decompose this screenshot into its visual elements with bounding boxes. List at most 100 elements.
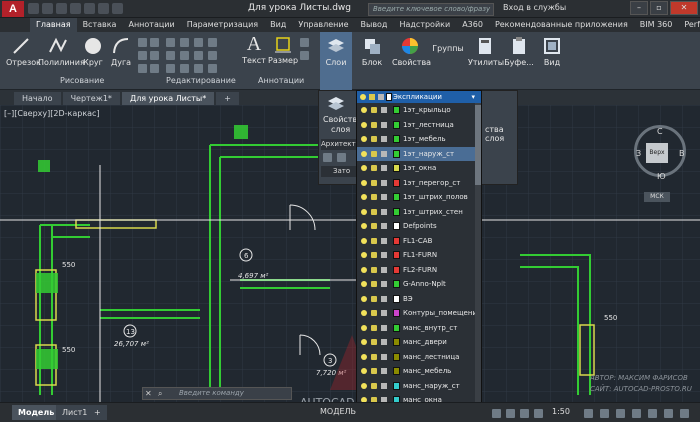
layer-freeze-icon[interactable] bbox=[371, 165, 377, 171]
layer-freeze-icon[interactable] bbox=[371, 266, 377, 273]
layer-on-icon[interactable] bbox=[361, 150, 367, 157]
block-button[interactable]: Блок bbox=[356, 36, 388, 67]
viewcube-south[interactable]: Ю bbox=[657, 172, 666, 181]
layer-color-swatch[interactable] bbox=[393, 323, 400, 332]
print-icon[interactable] bbox=[84, 3, 95, 14]
layer-freeze-icon[interactable] bbox=[371, 179, 377, 186]
layer-iso-icon[interactable] bbox=[323, 153, 332, 162]
snap-toggle-icon[interactable] bbox=[506, 409, 515, 418]
viewcube-north[interactable]: С bbox=[657, 127, 663, 136]
layer-lock-icon[interactable] bbox=[381, 136, 387, 142]
clean-screen-icon[interactable] bbox=[664, 409, 673, 418]
rectangle-icon[interactable] bbox=[138, 38, 147, 47]
tab-parametric[interactable]: Параметризация bbox=[181, 18, 264, 32]
layer-properties-icon[interactable] bbox=[327, 95, 345, 113]
hardware-accel-icon[interactable] bbox=[648, 409, 657, 418]
tab-insert[interactable]: Вставка bbox=[77, 18, 123, 32]
scrollbar-thumb[interactable] bbox=[475, 105, 481, 185]
layer-lock-icon[interactable] bbox=[381, 324, 387, 331]
viewcube-west[interactable]: З bbox=[636, 149, 641, 158]
tab-bim360[interactable]: BIM 360 bbox=[634, 18, 679, 32]
layer-row[interactable]: 1эт_окна bbox=[357, 161, 481, 176]
tab-output[interactable]: Вывод bbox=[355, 18, 394, 32]
maximize-button[interactable]: ▫ bbox=[650, 1, 668, 15]
layer-state-dropdown[interactable]: Архитекту bbox=[321, 139, 357, 150]
layer-row[interactable]: манс_лестница bbox=[357, 350, 481, 365]
layer-freeze-icon[interactable] bbox=[371, 252, 377, 258]
search-input[interactable]: Введите ключевое слово/фразу bbox=[368, 3, 494, 16]
layer-on-icon[interactable] bbox=[361, 223, 367, 229]
layer-on-icon[interactable] bbox=[361, 107, 367, 113]
units-icon[interactable] bbox=[616, 409, 625, 418]
layer-on-icon[interactable] bbox=[361, 179, 367, 186]
model-space-label[interactable]: МОДЕЛЬ bbox=[320, 407, 356, 416]
layer-list-scrollbar[interactable] bbox=[475, 103, 481, 421]
region-icon[interactable] bbox=[150, 38, 159, 47]
tab-view[interactable]: Вид bbox=[264, 18, 292, 32]
layer-color-swatch[interactable] bbox=[393, 309, 400, 317]
save-as-icon[interactable] bbox=[70, 3, 81, 14]
layer-color-swatch[interactable] bbox=[393, 280, 400, 288]
erase-icon[interactable] bbox=[208, 38, 217, 47]
layer-row[interactable]: G-Anno-Nplt bbox=[357, 277, 481, 292]
add-layout-tab[interactable]: + bbox=[88, 405, 107, 420]
layer-row[interactable]: 1эт_штрих_стен bbox=[357, 205, 481, 220]
layer-freeze-icon[interactable] bbox=[371, 194, 377, 200]
modify-panel-label[interactable]: Редактирование bbox=[166, 76, 236, 85]
layer-lock-icon[interactable] bbox=[381, 353, 387, 360]
layer-on-icon[interactable] bbox=[361, 121, 367, 128]
layer-lock-icon[interactable] bbox=[381, 295, 387, 302]
viewcube-east[interactable]: В bbox=[679, 149, 685, 158]
viewcube-top[interactable]: Верх bbox=[646, 143, 668, 163]
command-close-icon[interactable]: ✕ bbox=[145, 389, 152, 398]
layer-freeze-icon[interactable] bbox=[371, 150, 377, 157]
arc-button[interactable]: Дуга bbox=[108, 36, 134, 67]
layer-on-icon[interactable] bbox=[361, 382, 367, 389]
command-line-input[interactable]: Введите команду bbox=[142, 387, 292, 400]
layer-freeze-icon[interactable] bbox=[371, 281, 377, 287]
view-button[interactable]: Вид bbox=[538, 36, 566, 67]
ellipse-icon[interactable] bbox=[138, 64, 147, 73]
tab-performance[interactable]: Performance bbox=[678, 18, 700, 32]
model-tab[interactable]: Модель bbox=[12, 405, 61, 420]
annotation-monitor-icon[interactable] bbox=[600, 409, 609, 418]
layer-color-swatch[interactable] bbox=[393, 164, 400, 172]
layer-lock-icon[interactable] bbox=[381, 310, 387, 316]
file-tab-start[interactable]: Начало bbox=[14, 92, 61, 105]
layer-color-swatch[interactable] bbox=[393, 294, 400, 303]
layer-on-icon[interactable] bbox=[361, 339, 367, 345]
layer-row[interactable]: Контуры_помещений bbox=[357, 306, 481, 321]
layer-lock-icon[interactable] bbox=[381, 223, 387, 229]
layer-color-swatch[interactable] bbox=[393, 251, 400, 259]
layer-lock-icon[interactable] bbox=[381, 150, 387, 157]
layer-on-icon[interactable] bbox=[361, 266, 367, 273]
move-icon[interactable] bbox=[166, 38, 175, 47]
layer-dropdown-list[interactable]: Экспликации ▾ 1эт_крыльцо 1эт_лестница 1эт… bbox=[356, 90, 482, 422]
layer-color-swatch[interactable] bbox=[393, 193, 400, 201]
circle-button[interactable]: Круг bbox=[80, 36, 106, 67]
app-logo[interactable]: A bbox=[2, 1, 24, 17]
mirror-icon[interactable] bbox=[180, 51, 189, 60]
layer-on-icon[interactable] bbox=[361, 281, 367, 287]
layer-color-swatch[interactable] bbox=[393, 106, 400, 114]
open-icon[interactable] bbox=[42, 3, 53, 14]
layer-color-swatch[interactable] bbox=[393, 367, 400, 375]
minimize-button[interactable]: – bbox=[630, 1, 648, 15]
layer-color-swatch[interactable] bbox=[393, 207, 400, 216]
layer-lock-icon[interactable] bbox=[381, 382, 387, 389]
polar-toggle-icon[interactable] bbox=[534, 409, 543, 418]
layer-color-swatch[interactable] bbox=[393, 265, 400, 274]
layer-freeze-icon[interactable] bbox=[371, 382, 377, 389]
customize-menu-icon[interactable] bbox=[680, 409, 689, 418]
layer-lock-icon[interactable] bbox=[381, 107, 387, 113]
layer-on-icon[interactable] bbox=[361, 237, 367, 244]
tab-annotate[interactable]: Аннотации bbox=[122, 18, 180, 32]
utilities-button[interactable]: Утилиты bbox=[468, 36, 504, 67]
layer-row[interactable]: 1эт_крыльцо bbox=[357, 103, 481, 118]
layer-color-swatch[interactable] bbox=[393, 222, 400, 230]
layer-lock-icon[interactable] bbox=[381, 368, 387, 374]
layer-freeze-icon[interactable] bbox=[371, 324, 377, 331]
layer-lock-icon[interactable] bbox=[381, 179, 387, 186]
tab-manage[interactable]: Управление bbox=[292, 18, 354, 32]
groups-button[interactable]: Группы bbox=[430, 44, 466, 53]
